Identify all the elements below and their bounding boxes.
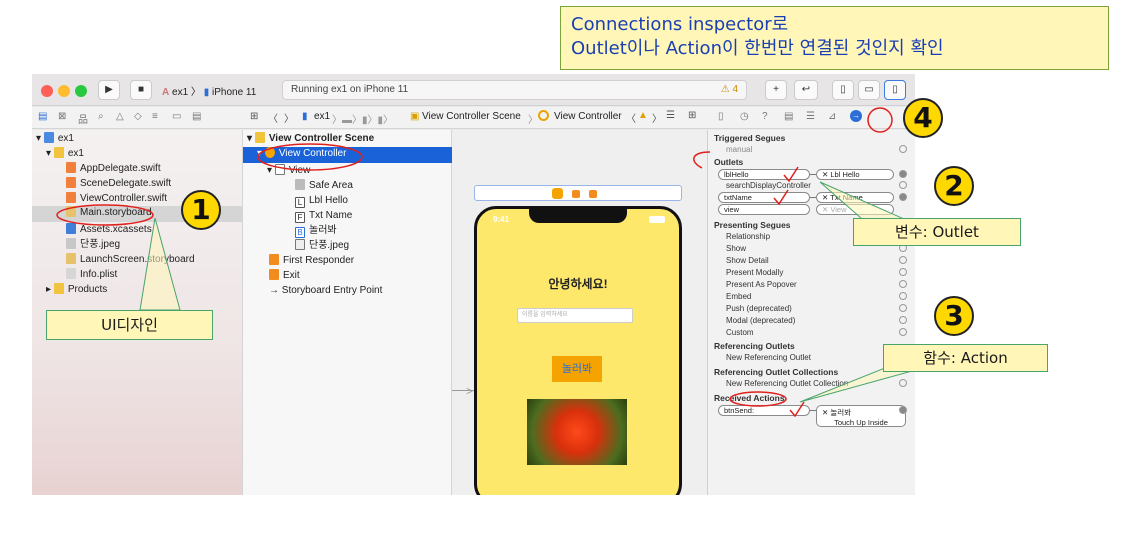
variable-outlet-label: 변수: Outlet (853, 218, 1021, 246)
ui-design-label: UI디자인 (46, 310, 213, 340)
main-storyboard-circle (56, 204, 154, 226)
outlet-check-1 (783, 166, 799, 183)
connections-icon-circle (867, 107, 893, 133)
annotation-layer (56, 107, 931, 418)
outlet-check-2 (773, 189, 789, 206)
step-2-badge: 2 (934, 166, 974, 206)
step-4-badge: 4 (903, 98, 943, 138)
view-controller-circle (257, 143, 363, 171)
function-action-label: 함수: Action (883, 344, 1048, 372)
received-actions-circle (729, 391, 787, 407)
action-check (789, 401, 805, 418)
step-3-badge: 3 (934, 296, 974, 336)
outlets-mark (693, 151, 711, 169)
step-1-badge: 1 (181, 190, 221, 230)
ui-design-pointer (139, 217, 181, 311)
